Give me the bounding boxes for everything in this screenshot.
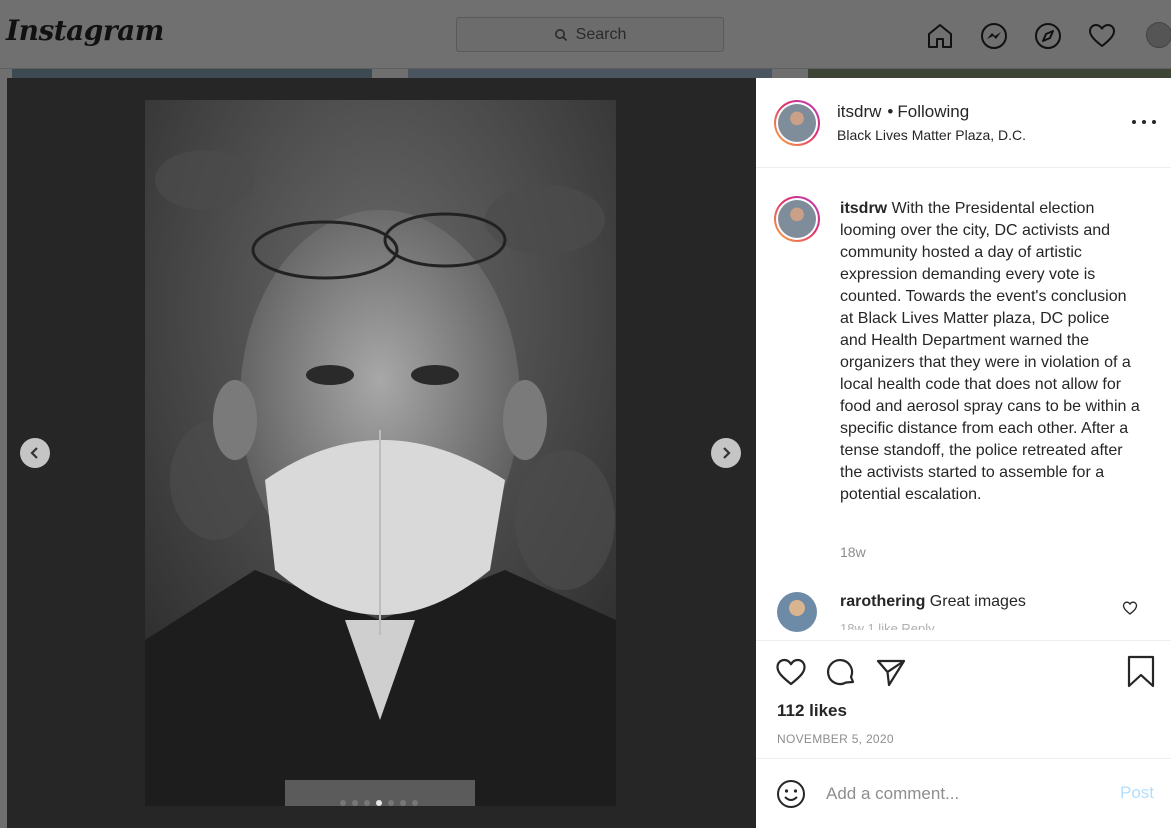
save-bookmark-icon[interactable] xyxy=(1124,655,1158,689)
post-actions: 112 likes NOVEMBER 5, 2020 xyxy=(756,640,1171,758)
search-box[interactable]: Search xyxy=(456,17,724,52)
carousel-dot xyxy=(340,800,346,806)
top-navigation-bar: Instagram Search xyxy=(0,0,1171,69)
author-avatar[interactable] xyxy=(774,100,820,146)
comment-like-heart-icon[interactable] xyxy=(1122,600,1138,616)
chevron-right-icon xyxy=(723,447,731,459)
carousel-dot xyxy=(412,800,418,806)
following-button[interactable]: Following xyxy=(897,102,969,121)
caption-avatar[interactable] xyxy=(774,196,820,242)
more-options-icon[interactable] xyxy=(1132,114,1156,130)
chevron-left-icon xyxy=(30,447,38,459)
post-header: itsdrw • Following Black Lives Matter Plaz… xyxy=(756,78,1171,168)
post-date: NOVEMBER 5, 2020 xyxy=(777,732,894,746)
post-photo xyxy=(145,100,616,806)
feed-thumbnail xyxy=(408,69,772,78)
comment-text: Great images xyxy=(929,593,1026,610)
caption-username[interactable]: itsdrw xyxy=(840,200,887,217)
post-media xyxy=(7,78,756,828)
post-details-panel: itsdrw • Following Black Lives Matter Plaz… xyxy=(756,78,1171,828)
home-icon[interactable] xyxy=(922,18,957,53)
carousel-next-button[interactable] xyxy=(711,438,741,468)
emoji-smile-icon[interactable] xyxy=(776,779,806,809)
explore-icon[interactable] xyxy=(1030,18,1065,53)
post-comment-button[interactable]: Post xyxy=(1120,783,1154,803)
commenter-avatar[interactable] xyxy=(777,592,817,632)
search-placeholder: Search xyxy=(575,25,627,43)
carousel-prev-button[interactable] xyxy=(20,438,50,468)
share-send-icon[interactable] xyxy=(874,655,908,689)
comment: rarothering Great images xyxy=(840,593,1026,611)
activity-heart-icon[interactable] xyxy=(1084,18,1119,53)
comments-section[interactable]: itsdrw With the Presidental election loo… xyxy=(756,168,1171,640)
carousel-dot xyxy=(352,800,358,806)
caption-text: With the Presidental election looming ov… xyxy=(840,200,1140,503)
comment-username[interactable]: rarothering xyxy=(840,593,925,610)
likes-count[interactable]: 112 likes xyxy=(777,701,847,721)
author-username[interactable]: itsdrw xyxy=(837,102,881,121)
like-heart-icon[interactable] xyxy=(774,655,808,689)
comment-input[interactable] xyxy=(826,781,1096,807)
comment-bubble-icon[interactable] xyxy=(824,655,858,689)
carousel-dot xyxy=(388,800,394,806)
caption-timestamp[interactable]: 18w xyxy=(840,544,866,560)
add-comment-bar: Post xyxy=(756,758,1171,828)
separator-dot: • xyxy=(887,102,894,121)
instagram-logo[interactable]: Instagram xyxy=(6,14,164,47)
feed-thumbnail xyxy=(12,69,372,78)
search-icon xyxy=(554,28,568,42)
carousel-dot xyxy=(376,800,382,806)
comment-meta: 18w 1 like Reply xyxy=(840,622,935,630)
nav-icons xyxy=(922,18,1119,53)
profile-avatar[interactable] xyxy=(1146,22,1171,48)
feed-thumbnail xyxy=(808,69,1171,78)
carousel-indicator xyxy=(340,800,418,806)
post-location[interactable]: Black Lives Matter Plaza, D.C. xyxy=(837,127,1026,143)
carousel-dot xyxy=(400,800,406,806)
messenger-icon[interactable] xyxy=(976,18,1011,53)
post-caption: itsdrw With the Presidental election loo… xyxy=(840,198,1140,506)
carousel-dot xyxy=(364,800,370,806)
